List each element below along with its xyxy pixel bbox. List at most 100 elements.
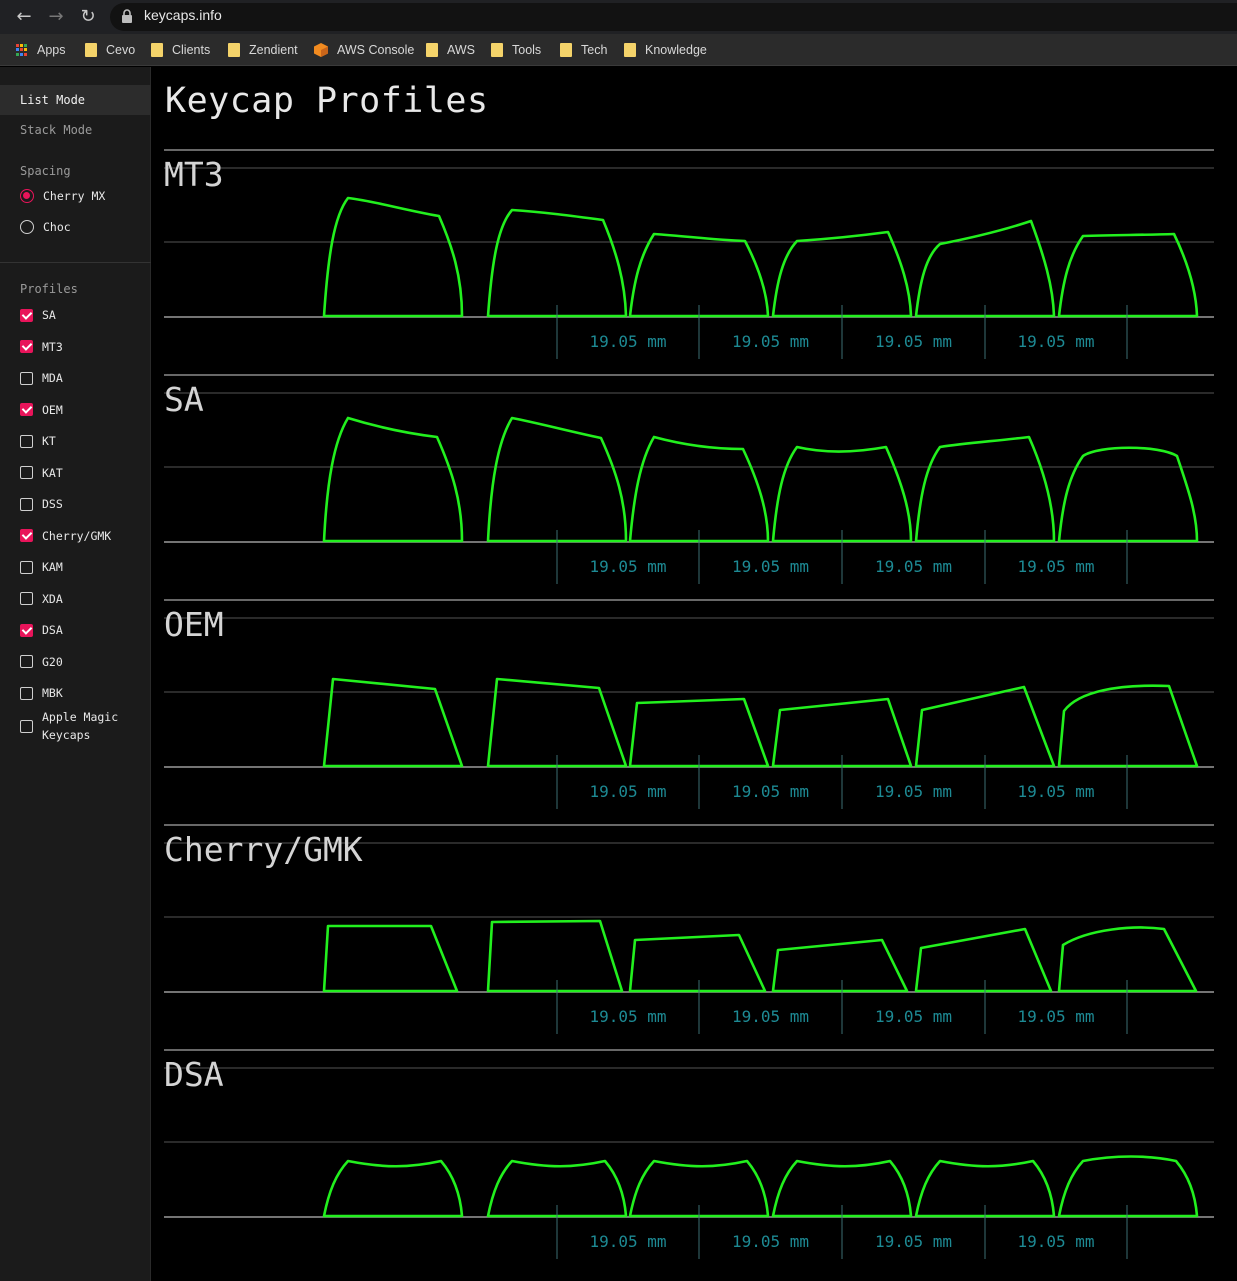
profiles-heading: Profiles <box>20 282 78 296</box>
radio-button[interactable] <box>20 189 34 203</box>
folder-icon <box>560 43 572 57</box>
bookmark-label: Apps <box>37 43 66 57</box>
checkbox-label: Cherry/GMK <box>42 528 112 543</box>
spacing-dimension: 19.05 mm <box>589 332 666 351</box>
profile-option-sa[interactable]: SA <box>20 306 56 324</box>
keycap-outline <box>486 208 628 318</box>
radio-label: Choc <box>43 220 71 234</box>
reload-icon[interactable]: ↻ <box>76 5 100 29</box>
spacing-dimension: 19.05 mm <box>589 557 666 576</box>
bookmark-label: AWS Console <box>337 43 415 57</box>
profile-option-kt[interactable]: KT <box>20 432 56 450</box>
spacing-option-choc[interactable]: Choc <box>20 220 71 234</box>
spacing-dimension: 19.05 mm <box>875 1007 952 1026</box>
address-url[interactable]: keycaps.info <box>144 7 222 23</box>
apps-grid-icon <box>16 44 28 56</box>
checkbox[interactable] <box>20 340 33 353</box>
profile-option-apple-magic-keycaps[interactable]: Apple Magic Keycaps <box>20 708 118 744</box>
profile-name: OEM <box>164 605 224 644</box>
bookmark-knowledge[interactable]: Knowledge <box>624 40 707 60</box>
keycap-outline <box>322 1159 464 1218</box>
profile-option-cherry-gmk[interactable]: Cherry/GMK <box>20 527 111 545</box>
keycap-outline <box>628 435 770 543</box>
profile-option-dsa[interactable]: DSA <box>20 621 63 639</box>
profile-section-dsa: DSA 19.05 mm 19.05 mm 19.05 mm 19.05 mm <box>164 1049 1214 1259</box>
bookmark-tech[interactable]: Tech <box>560 40 607 60</box>
profile-name: SA <box>164 380 204 419</box>
profile-section-cherry-gmk: Cherry/GMK 19.05 mm 19.05 mm 19.05 mm 19.05 … <box>164 824 1214 1034</box>
checkbox[interactable] <box>20 686 33 700</box>
checkbox[interactable] <box>20 623 33 637</box>
spacing-dimension: 19.05 mm <box>589 1232 666 1251</box>
bookmark-tools[interactable]: Tools <box>491 40 541 60</box>
spacing-dimension: 19.05 mm <box>1017 782 1094 801</box>
radio-label: Cherry MX <box>43 189 106 203</box>
bookmark-apps[interactable]: Apps <box>16 40 66 60</box>
bookmark-zendient[interactable]: Zendient <box>228 40 298 60</box>
checkbox[interactable] <box>20 719 33 733</box>
spacing-dimension: 19.05 mm <box>1017 1007 1094 1026</box>
folder-icon <box>85 43 97 57</box>
keycap-outline <box>322 416 464 543</box>
checkbox[interactable] <box>20 655 33 668</box>
spacing-option-cherry-mx[interactable]: Cherry MX <box>20 189 105 203</box>
checkbox[interactable] <box>20 560 33 574</box>
keycap-outline <box>914 927 1053 993</box>
keycap-outline <box>628 933 767 993</box>
spacing-dimension: 19.05 mm <box>732 1007 809 1026</box>
checkbox-label: OEM <box>42 402 63 417</box>
bookmark-clients[interactable]: Clients <box>151 40 210 60</box>
spacing-dimension: 19.05 mm <box>732 332 809 351</box>
checkbox[interactable] <box>20 592 33 605</box>
address-bar[interactable] <box>110 3 1237 31</box>
checkbox[interactable] <box>20 497 33 511</box>
folder-icon <box>151 43 163 57</box>
folder-icon <box>624 43 636 57</box>
keycap-outline <box>1057 684 1199 768</box>
keycap-outline <box>914 435 1056 543</box>
mode-stack-mode[interactable]: Stack Mode <box>0 115 151 145</box>
keycap-outline <box>914 219 1056 318</box>
keycap-outline <box>771 938 909 993</box>
checkbox-label: MBK <box>42 686 63 700</box>
checkbox[interactable] <box>20 434 33 448</box>
profile-option-mda[interactable]: MDA <box>20 369 63 387</box>
checkbox-label: DSA <box>42 623 63 637</box>
checkbox-label: DSS <box>42 497 63 511</box>
profile-option-mbk[interactable]: MBK <box>20 684 63 702</box>
profile-option-oem[interactable]: OEM <box>20 401 63 419</box>
keycap-outline <box>1057 446 1199 543</box>
browser-toolbar: ← → ↻ keycaps.info <box>0 0 1237 34</box>
checkbox-label: Apple Magic Keycaps <box>42 710 119 742</box>
spacing-dimension: 19.05 mm <box>1017 1232 1094 1251</box>
folder-icon <box>426 43 438 57</box>
spacing-dimension: 19.05 mm <box>589 1007 666 1026</box>
checkbox-label: G20 <box>42 654 63 669</box>
mode-list-mode[interactable]: List Mode <box>0 85 151 115</box>
bookmark-label: Tech <box>581 43 608 57</box>
bookmark-label: AWS <box>447 43 476 57</box>
keycap-outline <box>486 919 624 993</box>
bookmark-aws[interactable]: AWS <box>426 40 475 60</box>
keycap-outline <box>628 232 770 318</box>
profile-option-xda[interactable]: XDA <box>20 590 63 608</box>
spacing-dimension: 19.05 mm <box>875 557 952 576</box>
profile-option-dss[interactable]: DSS <box>20 495 63 513</box>
profile-option-mt3[interactable]: MT3 <box>20 338 63 356</box>
forward-arrow-icon[interactable]: → <box>44 5 68 29</box>
checkbox[interactable] <box>20 466 33 479</box>
back-arrow-icon[interactable]: ← <box>12 5 36 29</box>
keycap-outline <box>1057 232 1199 318</box>
checkbox[interactable] <box>20 529 33 542</box>
sidebar: List Mode Stack Mode Spacing Cherry MX Choc P… <box>0 67 151 1281</box>
checkbox[interactable] <box>20 403 33 416</box>
bookmark-aws-console[interactable]: AWS Console <box>314 40 414 60</box>
checkbox[interactable] <box>20 308 33 322</box>
bookmark-cevo[interactable]: Cevo <box>85 40 135 60</box>
radio-button[interactable] <box>20 220 34 234</box>
checkbox[interactable] <box>20 371 33 385</box>
profile-option-g20[interactable]: G20 <box>20 653 63 671</box>
profile-option-kat[interactable]: KAT <box>20 464 63 482</box>
profile-name: Cherry/GMK <box>164 830 363 869</box>
profile-option-kam[interactable]: KAM <box>20 558 63 576</box>
